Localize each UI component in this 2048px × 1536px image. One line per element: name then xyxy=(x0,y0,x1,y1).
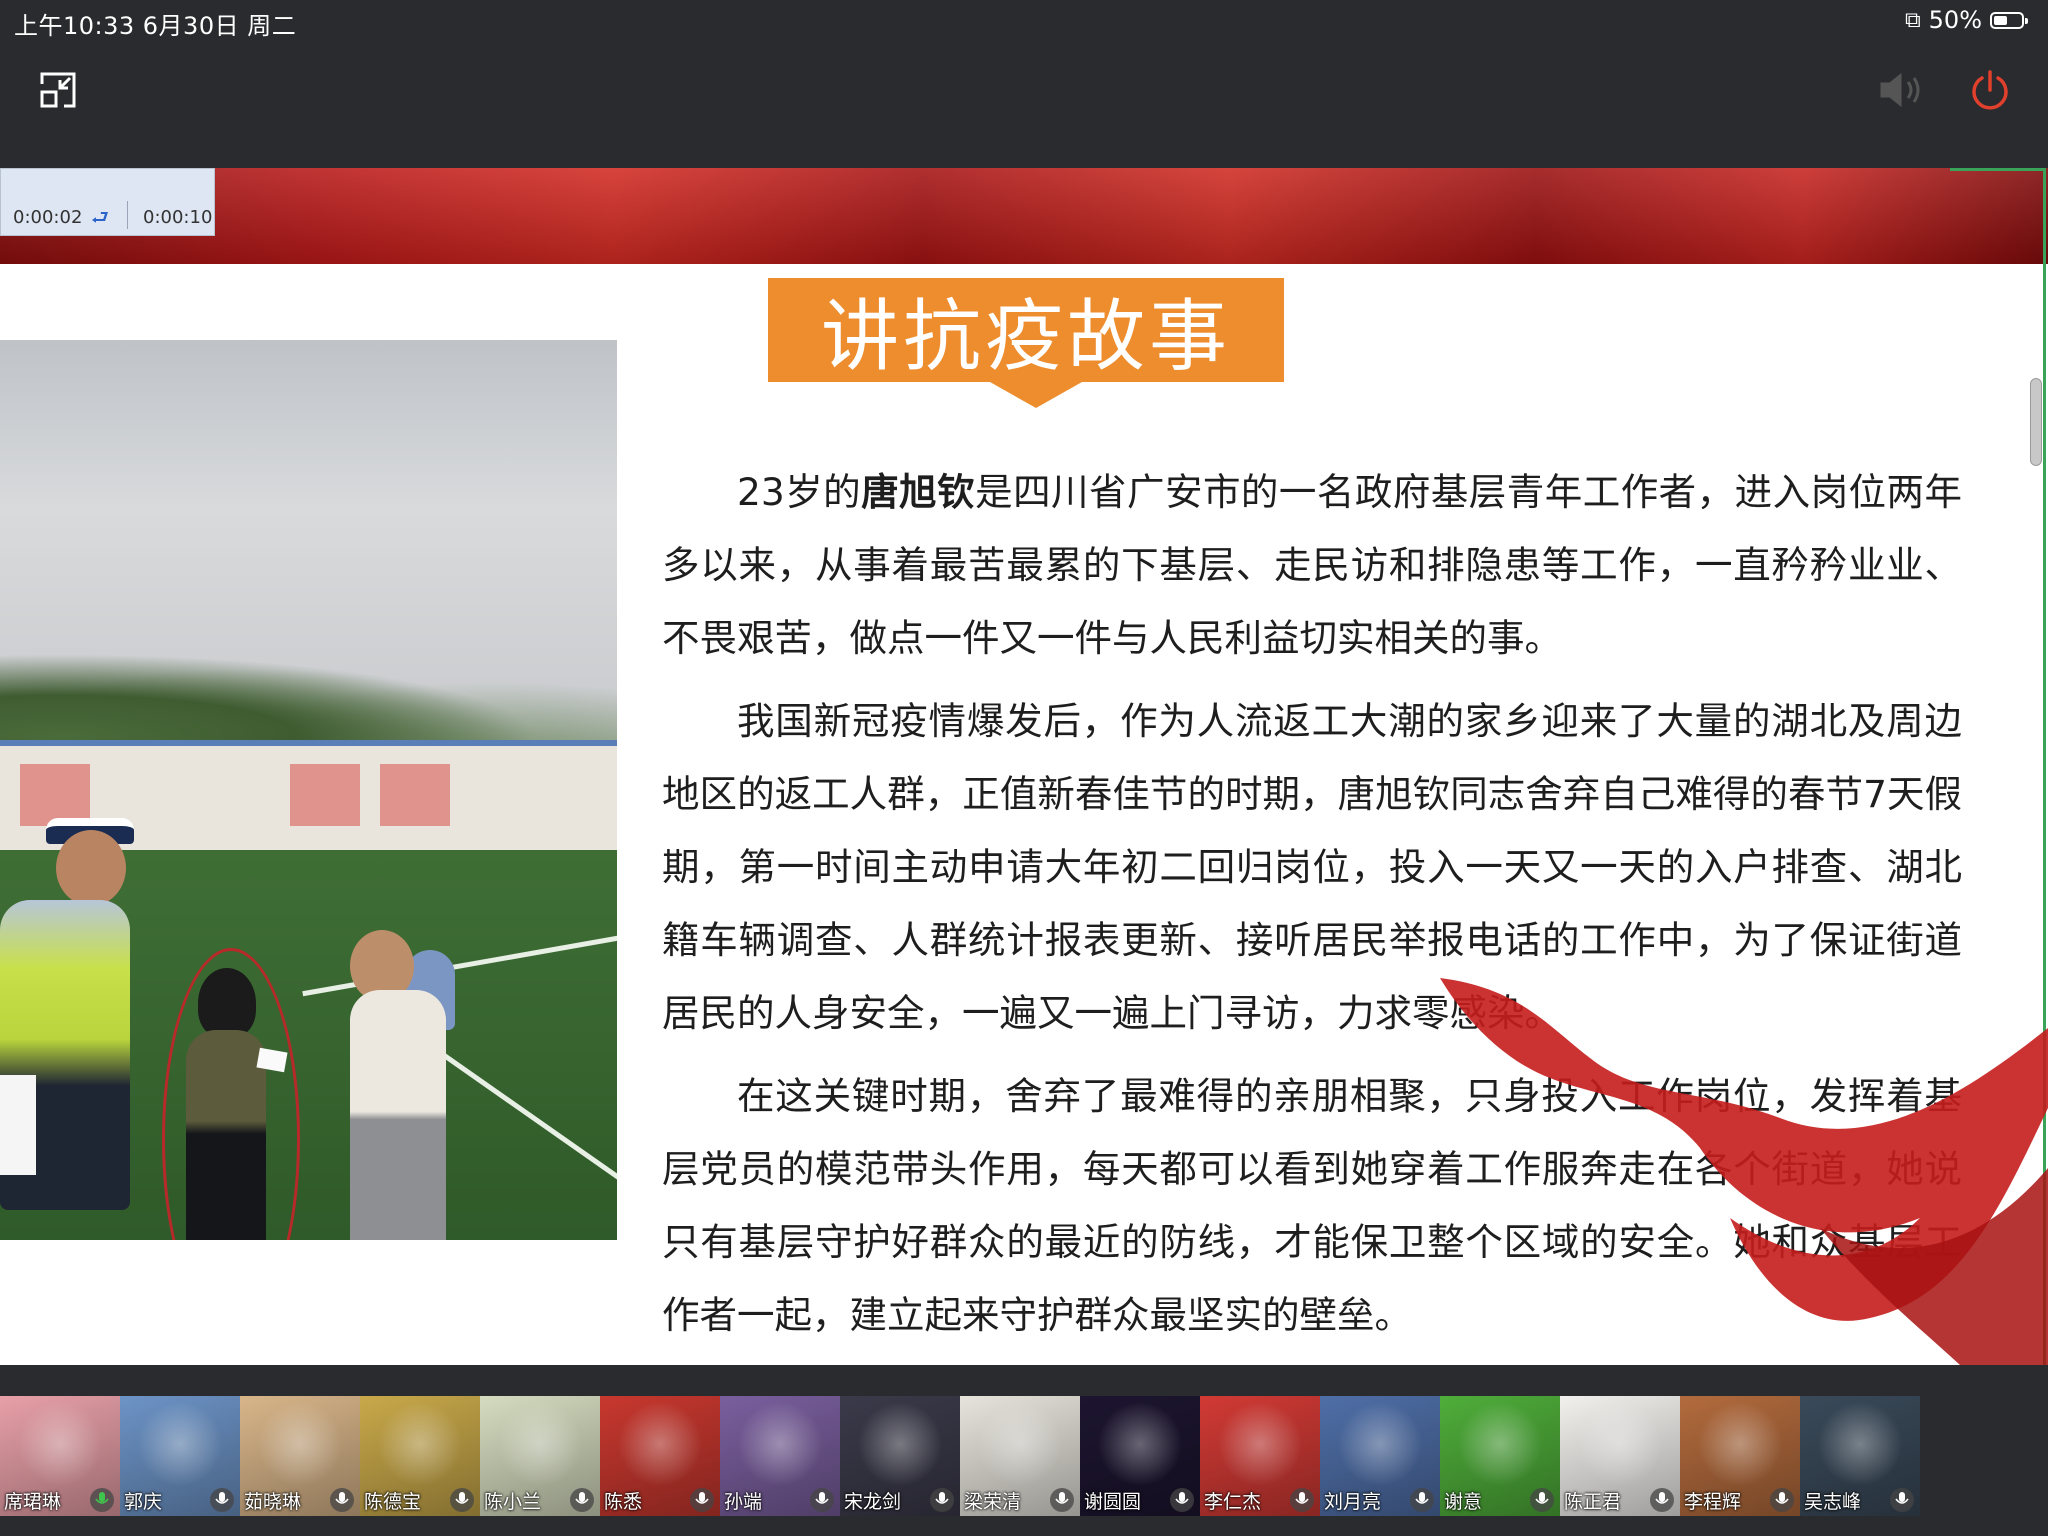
slide-banner xyxy=(0,168,2048,264)
participant-tile[interactable]: 谢意 xyxy=(1440,1396,1560,1516)
microphone-icon xyxy=(210,1488,234,1512)
microphone-icon xyxy=(1050,1488,1074,1512)
microphone-icon xyxy=(1770,1488,1794,1512)
shared-slide: 0:00:02 ⮐ 0:00:10 讲抗疫故事 23岁的唐旭钦是四川省广安市的一… xyxy=(0,168,2048,1365)
title-badge-pointer xyxy=(990,382,1082,408)
microphone-icon xyxy=(570,1488,594,1512)
power-icon[interactable] xyxy=(1968,68,2012,112)
microphone-icon xyxy=(1170,1488,1194,1512)
participant-tile[interactable]: 刘月亮 xyxy=(1320,1396,1440,1516)
battery-icon xyxy=(1990,11,2028,29)
participant-name: 李程辉 xyxy=(1684,1491,1742,1513)
microphone-icon xyxy=(1530,1488,1554,1512)
microphone-icon xyxy=(1890,1488,1914,1512)
screen-mirroring-icon: ⧉ xyxy=(1904,7,1921,33)
participant-name: 茹晓琳 xyxy=(244,1491,302,1513)
timer-divider xyxy=(127,201,128,229)
microphone-icon xyxy=(90,1488,114,1512)
microphone-icon xyxy=(1650,1488,1674,1512)
battery-fill xyxy=(1994,15,2007,25)
status-bar: 上午10:33 6月30日 周二 ⧉ 50% xyxy=(0,0,2048,40)
red-ribbon-decoration xyxy=(1440,978,2048,1365)
clock-date: 上午10:33 6月30日 周二 xyxy=(14,12,297,40)
participant-tile[interactable]: 郭庆 xyxy=(120,1396,240,1516)
participant-name: 陈小兰 xyxy=(484,1491,542,1513)
slide-title-badge: 讲抗疫故事 xyxy=(768,278,1284,382)
participant-tile[interactable]: 梁荣清 xyxy=(960,1396,1080,1516)
speaker-icon[interactable] xyxy=(1878,70,1926,110)
participant-name: 李仁杰 xyxy=(1204,1491,1262,1513)
participant-tile[interactable]: 李程辉 xyxy=(1680,1396,1800,1516)
microphone-icon xyxy=(1410,1488,1434,1512)
story-photo xyxy=(0,340,617,1240)
participant-tile[interactable]: 陈小兰 xyxy=(480,1396,600,1516)
participant-tile[interactable]: 谢圆圆 xyxy=(1080,1396,1200,1516)
repeat-icon[interactable]: ⮐ xyxy=(91,203,109,237)
participant-tile[interactable]: 宋龙剑 xyxy=(840,1396,960,1516)
participant-name: 席珺琳 xyxy=(4,1491,62,1513)
microphone-icon xyxy=(690,1488,714,1512)
microphone-icon xyxy=(1290,1488,1314,1512)
share-border-top xyxy=(1950,168,2045,171)
microphone-icon xyxy=(810,1488,834,1512)
participant-name: 吴志峰 xyxy=(1804,1491,1862,1513)
battery-percent: 50% xyxy=(1928,6,1982,34)
meeting-toolbar xyxy=(0,40,2048,168)
microphone-icon xyxy=(930,1488,954,1512)
participant-strip: 席珺琳 郭庆 茹晓琳 陈德宝 陈小兰 陈悉 孙端 宋龙剑 梁荣清 谢圆圆 李仁杰 刘月亮 谢意 陈正君 李程… xyxy=(0,1365,2048,1536)
participant-name: 梁荣清 xyxy=(964,1491,1022,1513)
participant-tile[interactable]: 李仁杰 xyxy=(1200,1396,1320,1516)
participant-name: 谢意 xyxy=(1444,1491,1483,1513)
microphone-icon xyxy=(330,1488,354,1512)
participant-gallery: 席珺琳 郭庆 茹晓琳 陈德宝 陈小兰 陈悉 孙端 宋龙剑 梁荣清 谢圆圆 李仁杰 刘月亮 谢意 陈正君 李程… xyxy=(0,1396,1920,1516)
exit-fullscreen-icon[interactable] xyxy=(38,70,78,110)
participant-tile[interactable]: 席珺琳 xyxy=(0,1396,120,1516)
participant-tile[interactable]: 陈正君 xyxy=(1560,1396,1680,1516)
participant-name: 陈正君 xyxy=(1564,1491,1622,1513)
participant-tile[interactable]: 孙端 xyxy=(720,1396,840,1516)
participant-name: 宋龙剑 xyxy=(844,1491,902,1513)
slide-timer: 0:00:02 ⮐ 0:00:10 xyxy=(0,168,215,236)
participant-tile[interactable]: 陈悉 xyxy=(600,1396,720,1516)
participant-name: 刘月亮 xyxy=(1324,1491,1382,1513)
paragraph-1: 23岁的唐旭钦是四川省广安市的一名政府基层青年工作者，进入岗位两年多以来，从事着… xyxy=(662,456,1962,675)
participant-tile[interactable]: 茹晓琳 xyxy=(240,1396,360,1516)
timer-total: 0:00:10 xyxy=(143,207,213,228)
para1-name: 唐旭钦 xyxy=(861,470,976,514)
scrollbar-thumb[interactable] xyxy=(2030,378,2042,466)
participant-name: 孙端 xyxy=(724,1491,763,1513)
participant-name: 郭庆 xyxy=(124,1491,163,1513)
microphone-icon xyxy=(450,1488,474,1512)
participant-name: 陈悉 xyxy=(604,1491,643,1513)
slide-title: 讲抗疫故事 xyxy=(820,292,1231,382)
timer-elapsed: 0:00:02 xyxy=(13,207,83,228)
para1-lead: 23岁的 xyxy=(737,470,862,514)
participant-tile[interactable]: 陈德宝 xyxy=(360,1396,480,1516)
participant-name: 陈德宝 xyxy=(364,1491,422,1513)
participant-name: 谢圆圆 xyxy=(1084,1491,1142,1513)
status-right: ⧉ 50% xyxy=(1904,6,2028,34)
participant-tile[interactable]: 吴志峰 xyxy=(1800,1396,1920,1516)
